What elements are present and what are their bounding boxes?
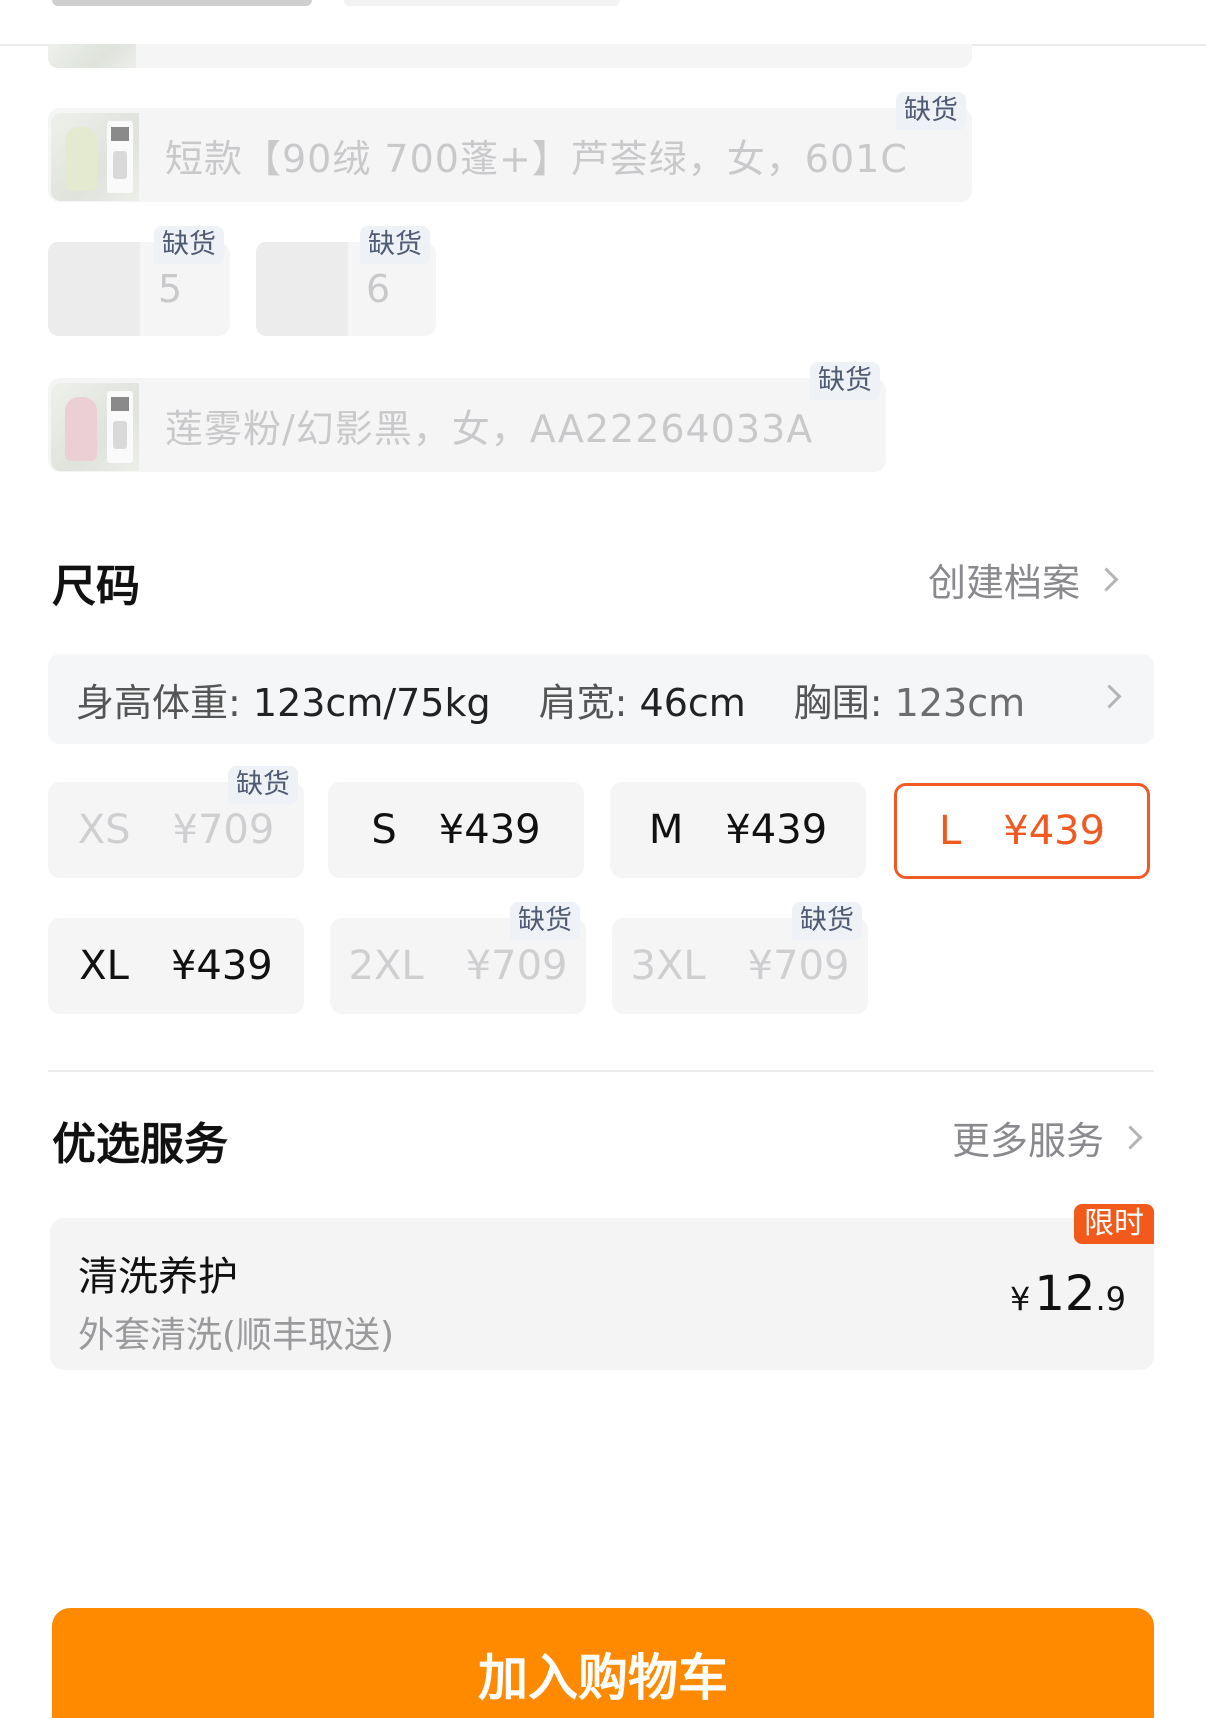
scrolled-header-strip (0, 0, 1206, 46)
out-of-stock-badge: 缺货 (154, 226, 224, 264)
size-option-m[interactable]: M ¥439 (610, 782, 866, 878)
create-profile-link[interactable]: 创建档案 (928, 552, 1119, 607)
size-option-l-selected[interactable]: L ¥439 (894, 783, 1150, 879)
more-services-link[interactable]: 更多服务 (952, 1110, 1143, 1165)
color-option-image (51, 112, 139, 201)
service-name: 清洗养护 (78, 1254, 238, 1300)
color-option[interactable]: 5 缺货 (48, 226, 230, 336)
color-option-label: 5 (158, 267, 184, 311)
price-integer: 12 (1034, 1266, 1096, 1322)
product-sku-sheet: 短款【90绒 700蓬+】芦荟绿，女，601C 缺货 5 缺货 6 缺货 莲雾粉… (0, 0, 1206, 1718)
size-price: ¥439 (1003, 808, 1106, 854)
size-label: L (938, 808, 962, 854)
size-price: ¥709 (465, 943, 568, 989)
create-profile-label: 创建档案 (928, 561, 1081, 605)
out-of-stock-badge: 缺货 (792, 902, 862, 940)
color-option-image (51, 382, 139, 471)
color-option-label: 短款【90绒 700蓬+】芦荟绿，女，601C (165, 136, 908, 181)
size-label: 2XL (348, 943, 424, 989)
size-option-2xl[interactable]: 2XL ¥709 缺货 (330, 902, 586, 1014)
service-price: ¥ 12 .9 (1010, 1266, 1126, 1322)
body-profile-bar[interactable]: 身高体重: 123cm/75kg 肩宽: 46cm 胸围: 123cm (48, 654, 1154, 744)
size-price: ¥439 (170, 943, 273, 989)
color-option-image (48, 242, 140, 336)
service-description: 外套清洗(顺丰取送) (78, 1315, 395, 1356)
height-weight: 身高体重: 123cm/75kg (76, 680, 491, 725)
color-option[interactable]: 6 缺货 (256, 226, 436, 336)
size-label: S (371, 807, 397, 853)
size-label: XS (77, 807, 131, 853)
color-option-partial[interactable] (48, 44, 972, 68)
section-divider (48, 1070, 1154, 1072)
chevron-right-icon (1118, 1125, 1143, 1150)
price-currency: ¥ (1010, 1280, 1031, 1318)
color-option-label: 6 (366, 267, 392, 311)
color-option[interactable]: 莲雾粉/幻影黑，女，AA22264033A 缺货 (48, 362, 886, 472)
out-of-stock-badge: 缺货 (360, 226, 430, 264)
color-option-label: 莲雾粉/幻影黑，女，AA22264033A (165, 406, 814, 451)
color-option[interactable]: 短款【90绒 700蓬+】芦荟绿，女，601C 缺货 (48, 92, 972, 202)
size-label: XL (79, 943, 129, 989)
color-option-partial-image (48, 44, 136, 68)
size-label: 3XL (630, 943, 706, 989)
out-of-stock-badge: 缺货 (510, 902, 580, 940)
chevron-right-icon (1094, 567, 1119, 592)
chest-size: 胸围: 123cm (793, 680, 1026, 725)
color-option-image (256, 242, 348, 336)
size-price: ¥709 (747, 943, 850, 989)
size-price: ¥439 (725, 807, 828, 853)
scrolled-chip (344, 0, 620, 6)
out-of-stock-badge: 缺货 (228, 766, 298, 804)
chevron-right-icon (1097, 684, 1122, 709)
size-label: M (648, 807, 684, 853)
more-services-label: 更多服务 (952, 1119, 1105, 1163)
out-of-stock-badge: 缺货 (896, 92, 966, 130)
add-to-cart-button[interactable]: 加入购物车 (52, 1608, 1154, 1718)
shoulder-width: 肩宽: 46cm (538, 680, 746, 725)
size-section-title: 尺码 (52, 561, 140, 612)
size-option-s[interactable]: S ¥439 (328, 782, 584, 878)
size-price: ¥709 (172, 807, 275, 853)
services-section-title: 优选服务 (52, 1119, 228, 1170)
out-of-stock-badge: 缺货 (810, 362, 880, 400)
limited-time-badge: 限时 (1074, 1204, 1154, 1244)
size-option-3xl[interactable]: 3XL ¥709 缺货 (612, 902, 868, 1014)
size-option-xl[interactable]: XL ¥439 (48, 918, 304, 1014)
service-card-cleaning[interactable]: 限时 清洗养护 外套清洗(顺丰取送) ¥ 12 .9 (50, 1204, 1154, 1370)
size-price: ¥439 (438, 807, 541, 853)
size-option-xs[interactable]: XS ¥709 缺货 (48, 766, 304, 878)
scrolled-thumbnail (52, 0, 312, 6)
price-decimal: .9 (1095, 1280, 1126, 1318)
